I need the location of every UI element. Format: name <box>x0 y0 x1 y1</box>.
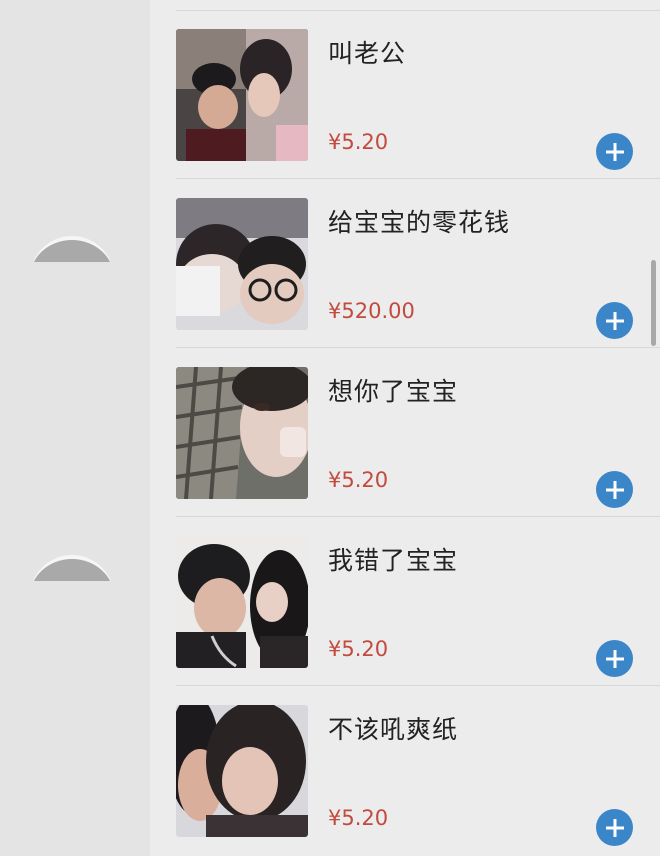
product-item[interactable]: 叫老公 ¥5.20 <box>150 10 660 179</box>
product-title: 不该吼爽纸 <box>328 715 459 744</box>
category-sidebar <box>0 0 150 856</box>
product-price: ¥5.20 <box>328 806 389 830</box>
product-photo[interactable] <box>176 536 308 668</box>
product-photo[interactable] <box>176 705 308 837</box>
plus-circle-icon[interactable] <box>596 809 633 846</box>
product-item[interactable]: 给宝宝的零花钱 ¥520.00 <box>150 179 660 348</box>
product-title: 给宝宝的零花钱 <box>328 208 511 237</box>
product-price: ¥5.20 <box>328 637 389 661</box>
plus-circle-icon[interactable] <box>596 302 633 339</box>
product-price: ¥5.20 <box>328 130 389 154</box>
product-photo[interactable] <box>176 29 308 161</box>
product-item[interactable]: 我错了宝宝 ¥5.20 <box>150 517 660 686</box>
product-photo[interactable] <box>176 198 308 330</box>
product-price: ¥5.20 <box>328 468 389 492</box>
sidebar-tab-indicator[interactable] <box>30 236 114 262</box>
sidebar-tab-indicator[interactable] <box>30 555 114 581</box>
plus-circle-icon[interactable] <box>596 133 633 170</box>
product-title: 叫老公 <box>328 39 407 68</box>
product-list: 叫老公 ¥5.20 给宝宝的零花钱 ¥520.00 想你了宝宝 ¥5.20 我错… <box>150 0 660 856</box>
product-photo[interactable] <box>176 367 308 499</box>
product-price: ¥520.00 <box>328 299 415 323</box>
scrollbar[interactable] <box>651 260 656 346</box>
product-title: 我错了宝宝 <box>328 546 459 575</box>
product-title: 想你了宝宝 <box>328 377 459 406</box>
product-item[interactable]: 不该吼爽纸 ¥5.20 <box>150 686 660 855</box>
product-item[interactable]: 想你了宝宝 ¥5.20 <box>150 348 660 517</box>
plus-circle-icon[interactable] <box>596 471 633 508</box>
plus-circle-icon[interactable] <box>596 640 633 677</box>
